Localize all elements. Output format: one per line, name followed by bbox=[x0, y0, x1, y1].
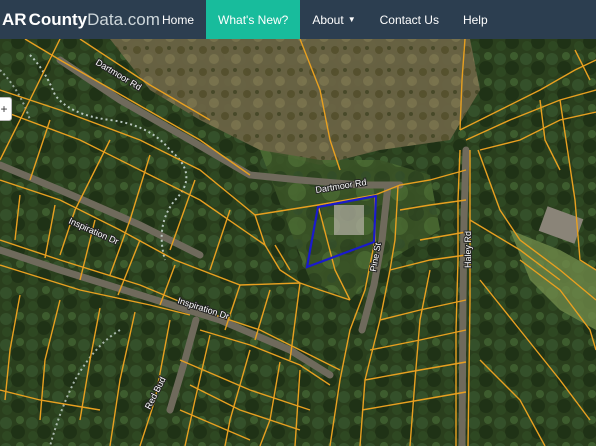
nav-whats-new[interactable]: What's New? bbox=[206, 0, 301, 39]
nav-help[interactable]: Help bbox=[451, 0, 500, 39]
nav-whats-new-label: What's New? bbox=[218, 12, 289, 27]
brand-name: County bbox=[28, 9, 88, 29]
parcel-map[interactable]: + Dartmoor Rd Dartmoor Rd Inspiration Dr… bbox=[0, 39, 596, 446]
brand-suffix: Data.com bbox=[87, 9, 160, 29]
nav-home[interactable]: Home bbox=[150, 0, 206, 39]
nav-about[interactable]: About ▼ bbox=[300, 0, 367, 39]
site-brand[interactable]: AR County Data.com bbox=[0, 0, 160, 39]
road-label-haley: Haley Rd bbox=[463, 231, 473, 268]
nav-contact[interactable]: Contact Us bbox=[368, 0, 451, 39]
nav-home-label: Home bbox=[162, 12, 195, 27]
caret-down-icon: ▼ bbox=[347, 15, 356, 24]
imagery-building bbox=[334, 205, 364, 235]
nav-help-label: Help bbox=[462, 12, 488, 27]
zoom-in-button[interactable]: + bbox=[0, 97, 12, 121]
nav-contact-label: Contact Us bbox=[379, 12, 439, 27]
map-canvas[interactable]: Dartmoor Rd Dartmoor Rd Inspiration Dr I… bbox=[0, 39, 596, 446]
nav-about-label: About bbox=[312, 12, 344, 27]
top-navbar: AR County Data.com Home What's New? About ▼… bbox=[0, 0, 596, 39]
brand-prefix: AR bbox=[2, 9, 27, 29]
